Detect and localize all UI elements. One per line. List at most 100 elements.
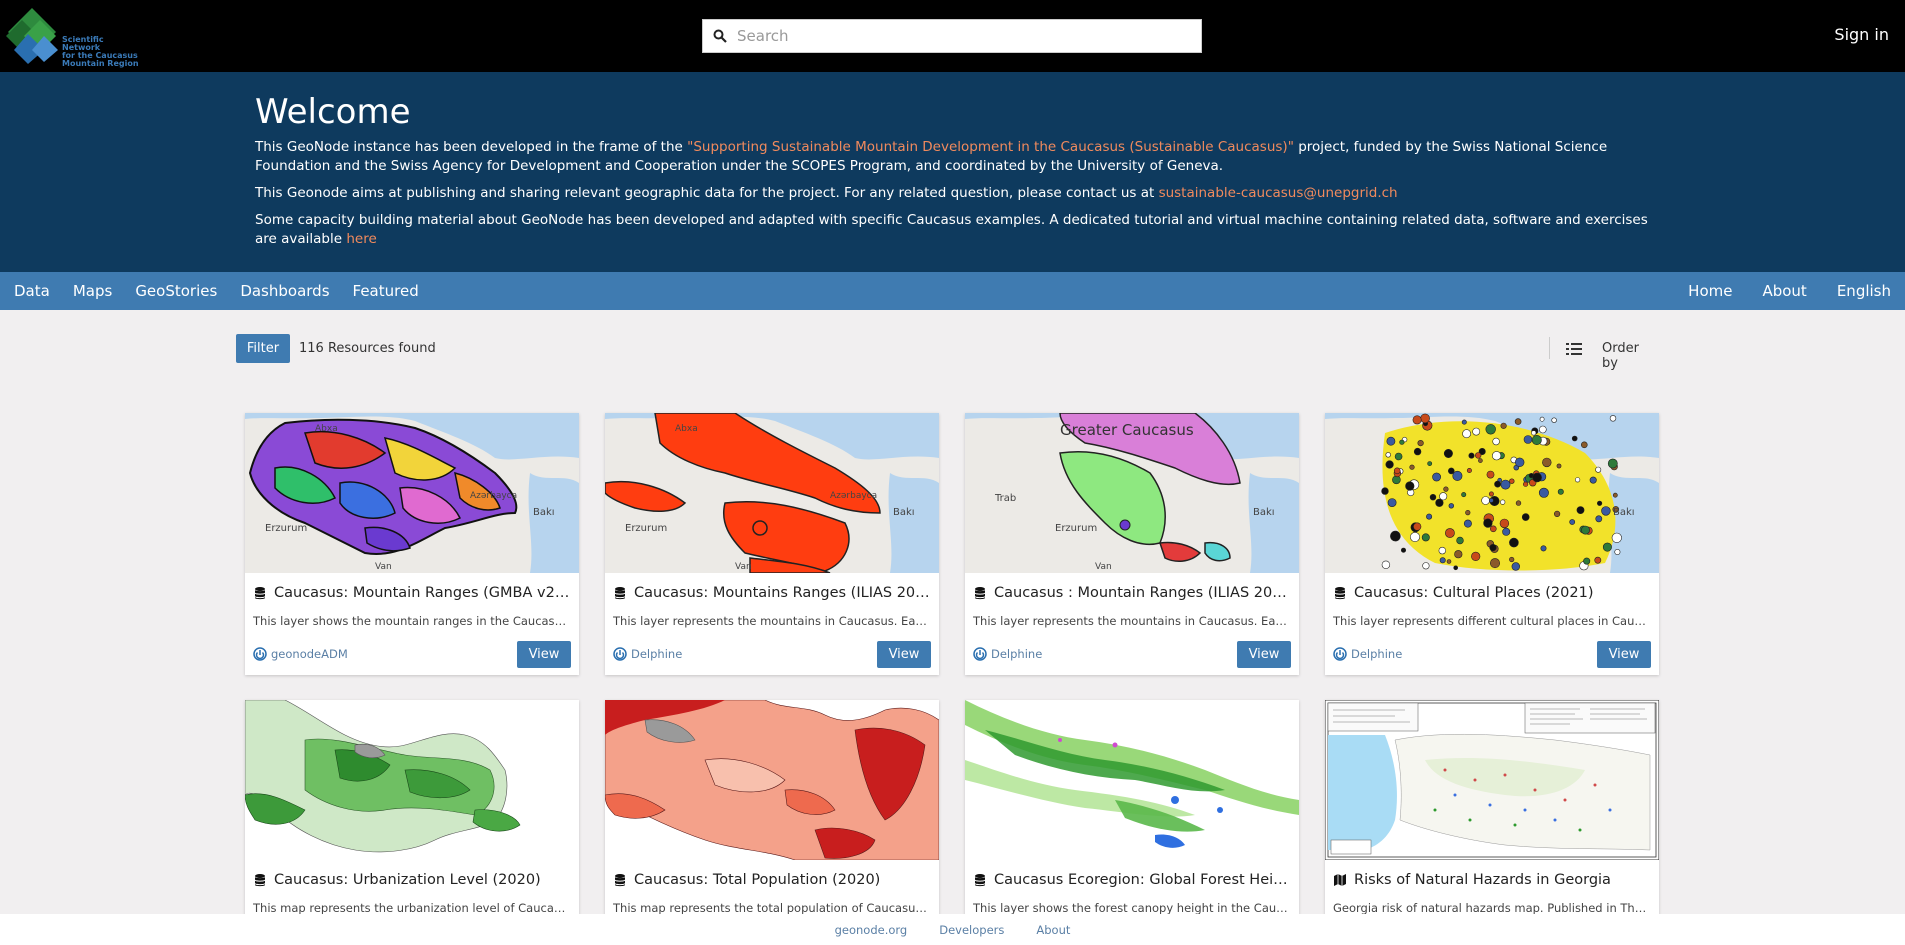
map-label: Erzurum [1055, 523, 1097, 534]
resource-card[interactable]: Caucasus: Urbanization Level (2020) This… [245, 700, 579, 945]
user-icon [1333, 647, 1347, 661]
nav-about[interactable]: About [1762, 282, 1806, 300]
toolbar-divider [1549, 337, 1550, 359]
place-marker [1539, 416, 1545, 422]
language-selector[interactable]: English [1837, 282, 1891, 300]
site-logo[interactable]: Scientific Network for the Caucasus Moun… [4, 6, 144, 68]
place-marker [1551, 417, 1557, 423]
main-navbar: Data Maps GeoStories Dashboards Featured… [0, 272, 1905, 310]
page-footer: geonode.org Developers About [0, 914, 1905, 945]
view-button[interactable]: View [877, 641, 931, 668]
nav-home[interactable]: Home [1688, 282, 1732, 300]
resource-card[interactable]: Abxa Azərbayca Bakı Erzurum Van Caucasus… [605, 413, 939, 675]
place-marker [1410, 532, 1421, 543]
card-thumbnail[interactable]: Abxa Azərbayca Bakı Erzurum Van [605, 413, 939, 573]
card-description: This map represents the urbanization lev… [253, 901, 571, 915]
place-marker [1523, 481, 1529, 487]
place-marker [1583, 557, 1591, 565]
resource-card[interactable]: Caucasus: Total Population (2020) This m… [605, 700, 939, 945]
search-input[interactable] [737, 21, 1201, 51]
card-thumbnail[interactable] [245, 700, 579, 860]
place-marker [1432, 472, 1441, 482]
map-label: Erzurum [265, 523, 307, 534]
card-owner[interactable]: Delphine [613, 647, 682, 661]
nav-data[interactable]: Data [14, 282, 50, 300]
resources-toolbar: Filter 116 Resources found Order by [236, 334, 1658, 371]
place-marker [1405, 481, 1415, 491]
map-label: Erzurum [625, 523, 667, 534]
card-owner[interactable]: Delphine [973, 647, 1042, 661]
card-thumbnail[interactable]: Abxa Azərbayca Bakı Erzurum Van [245, 413, 579, 573]
footer-link-about[interactable]: About [1036, 923, 1070, 937]
place-marker [1556, 463, 1562, 469]
map-label: Greater Caucasus [1060, 421, 1194, 439]
resource-count: 116 Resources found [299, 341, 436, 356]
place-marker [1420, 413, 1430, 424]
resource-card[interactable]: Risks of Natural Hazards in Georgia Geor… [1325, 700, 1659, 945]
card-thumbnail[interactable] [1325, 700, 1659, 860]
card-thumbnail[interactable]: Greater Caucasus Trab Erzurum Bakı Van [965, 413, 1299, 573]
place-marker [1475, 452, 1482, 459]
place-marker [1471, 551, 1481, 561]
card-title[interactable]: Caucasus Ecoregion: Global Forest Height… [973, 869, 1293, 891]
welcome-title: Welcome [255, 92, 411, 132]
view-button[interactable]: View [1237, 641, 1291, 668]
view-button[interactable]: View [517, 641, 571, 668]
card-owner[interactable]: geonodeADM [253, 647, 348, 661]
place-marker [1514, 418, 1522, 425]
card-description: This layer shows the mountain ranges in … [253, 614, 571, 628]
nav-featured[interactable]: Featured [353, 282, 419, 300]
database-icon [973, 873, 987, 887]
card-title[interactable]: Caucasus: Total Population (2020) [613, 869, 933, 891]
map-label: Azərbayca [470, 491, 517, 501]
card-owner[interactable]: Delphine [1333, 647, 1402, 661]
sign-in-link[interactable]: Sign in [1834, 25, 1889, 44]
nav-geostories[interactable]: GeoStories [135, 282, 217, 300]
place-marker [1472, 427, 1481, 436]
order-by-dropdown[interactable]: Order by [1602, 341, 1658, 371]
place-marker [1413, 522, 1422, 531]
map-label: Bakı [1253, 507, 1275, 518]
card-thumbnail[interactable] [605, 700, 939, 860]
place-marker [1394, 452, 1403, 461]
database-icon [253, 873, 267, 887]
resource-card[interactable]: Bakı Caucasus: Cultural Places (2021) Th… [1325, 413, 1659, 675]
place-marker [1462, 429, 1471, 439]
card-thumbnail[interactable] [965, 700, 1299, 860]
place-marker [1612, 492, 1618, 498]
card-title[interactable]: Risks of Natural Hazards in Georgia [1333, 869, 1653, 891]
card-thumbnail[interactable]: Bakı [1325, 413, 1659, 573]
footer-link-developers[interactable]: Developers [939, 923, 1004, 937]
place-marker [1490, 558, 1501, 569]
filter-button[interactable]: Filter [236, 334, 290, 363]
place-marker [1399, 439, 1405, 445]
card-title[interactable]: Caucasus : Mountain Ranges (ILIAS 2018) [973, 582, 1293, 604]
map-label: Trab [994, 493, 1016, 504]
place-marker [1594, 556, 1602, 564]
resource-card[interactable]: Caucasus Ecoregion: Global Forest Height… [965, 700, 1299, 945]
card-title[interactable]: Caucasus: Mountains Ranges (ILIAS 2018) [613, 582, 933, 604]
card-title[interactable]: Caucasus: Cultural Places (2021) [1333, 582, 1653, 604]
place-marker [1500, 479, 1511, 490]
card-title[interactable]: Caucasus: Urbanization Level (2020) [253, 869, 573, 891]
nav-dashboards[interactable]: Dashboards [240, 282, 329, 300]
tutorial-link[interactable]: here [346, 231, 376, 247]
place-marker [1539, 425, 1547, 434]
nav-maps[interactable]: Maps [73, 282, 112, 300]
project-link[interactable]: "Supporting Sustainable Mountain Develop… [687, 139, 1294, 155]
place-marker [1576, 506, 1585, 514]
search-icon[interactable] [703, 20, 737, 52]
place-marker [1500, 499, 1506, 505]
place-marker [1500, 422, 1507, 429]
map-label: Bakı [1613, 507, 1635, 518]
footer-link-geonode[interactable]: geonode.org [835, 923, 908, 937]
place-marker [1531, 434, 1542, 445]
card-title[interactable]: Caucasus: Mountain Ranges (GMBA v2.0) [253, 582, 573, 604]
list-view-icon[interactable] [1566, 341, 1582, 355]
contact-email-link[interactable]: sustainable-caucasus@unepgrid.ch [1159, 185, 1398, 201]
view-button[interactable]: View [1597, 641, 1651, 668]
place-marker [1589, 476, 1597, 484]
resource-card[interactable]: Abxa Azərbayca Bakı Erzurum Van Caucasus… [245, 413, 579, 675]
place-marker [1569, 519, 1576, 525]
resource-card[interactable]: Greater Caucasus Trab Erzurum Bakı Van C… [965, 413, 1299, 675]
